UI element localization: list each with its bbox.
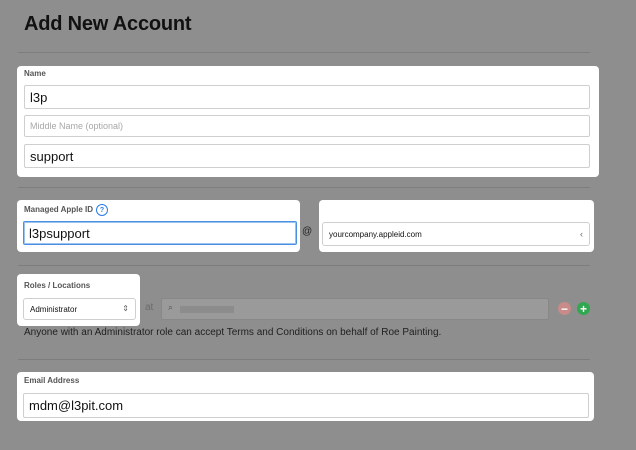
search-icon: ⌕ [168,302,174,312]
divider [18,187,590,188]
administrator-note: Anyone with an Administrator role can ac… [24,327,442,338]
apple-id-username-field[interactable]: l3psupport [23,221,297,245]
minus-circle-icon[interactable]: − [558,302,571,315]
at-label: at [145,302,154,313]
domain-select[interactable]: yourcompany.appleid.com ‹ [322,222,590,246]
location-field[interactable]: ⌕ [161,298,549,320]
domain-value: yourcompany.appleid.com [329,229,422,239]
page-title: Add New Account [24,13,192,35]
roles-card: Roles / Locations Administrator ⇕ [17,274,140,326]
at-symbol: @ [302,226,313,237]
domain-card: yourcompany.appleid.com ‹ [319,200,594,252]
role-select[interactable]: Administrator ⇕ [23,298,136,320]
apple-id-card: Managed Apple ID? l3psupport [17,200,300,252]
apple-id-label-text: Managed Apple ID [24,205,94,215]
role-value: Administrator [30,304,78,314]
divider [18,265,590,266]
first-name-field[interactable]: l3p [24,85,590,109]
last-name-field[interactable]: support [24,144,590,168]
roles-section-label: Roles / Locations [24,281,91,290]
divider [18,52,590,53]
middle-name-field[interactable]: Middle Name (optional) [24,115,590,137]
name-card: Name l3p Middle Name (optional) support [17,66,599,177]
divider [18,359,590,360]
email-field[interactable]: mdm@l3pit.com [23,393,589,418]
chevron-updown-icon: ⇕ [122,304,129,313]
chevron-updown-icon: ‹ [580,229,583,239]
email-section-label: Email Address [24,376,80,385]
plus-circle-icon[interactable]: + [577,302,590,315]
email-card: Email Address mdm@l3pit.com [17,372,594,421]
name-section-label: Name [24,69,46,78]
apple-id-section-label: Managed Apple ID? [24,204,109,216]
question-circle-icon[interactable]: ? [96,204,109,216]
location-value-redacted [180,306,234,313]
